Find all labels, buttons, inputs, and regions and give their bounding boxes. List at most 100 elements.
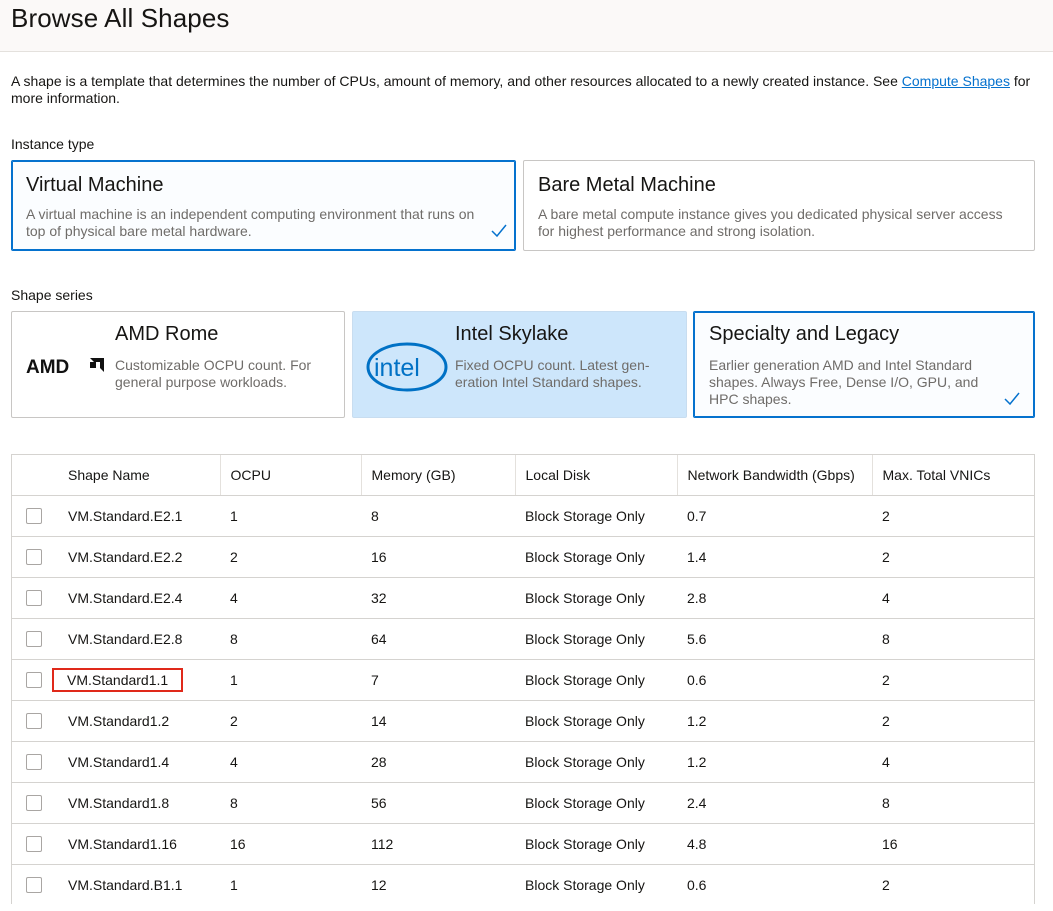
ocpu-cell: 1 xyxy=(220,864,361,906)
memory-cell: 16 xyxy=(361,536,515,578)
vnics-cell: 16 xyxy=(872,823,1034,865)
bandwidth-cell: 0.6 xyxy=(677,864,872,906)
card-title: Intel Skylake xyxy=(455,323,569,345)
bandwidth-cell: 1.2 xyxy=(677,700,872,742)
table-row[interactable]: VM.Standard1.16 16 112 Block Storage Onl… xyxy=(12,823,1034,865)
row-select-cell xyxy=(12,782,58,824)
column-header-shape-name[interactable]: Shape Name xyxy=(58,455,221,496)
shape-name-cell: VM.Standard.E2.2 xyxy=(58,536,220,578)
shape-series-amd-rome[interactable]: AMD AMD Rome Customizable OCPU count. Fo… xyxy=(11,311,345,418)
row-checkbox[interactable] xyxy=(26,549,42,566)
vnics-cell: 2 xyxy=(872,495,1034,537)
ocpu-cell: 16 xyxy=(220,823,361,865)
row-checkbox[interactable] xyxy=(26,508,42,525)
row-select-cell xyxy=(12,495,58,537)
row-checkbox[interactable] xyxy=(26,713,42,730)
bandwidth-cell: 0.6 xyxy=(677,659,872,701)
shape-name-cell: VM.Standard1.2 xyxy=(58,700,220,742)
vnics-cell: 2 xyxy=(872,700,1034,742)
table-row[interactable]: VM.Standard.E2.2 2 16 Block Storage Only… xyxy=(12,536,1034,578)
memory-cell: 8 xyxy=(361,495,515,537)
bottom-edge xyxy=(0,904,1053,911)
ocpu-cell: 2 xyxy=(220,536,361,578)
memory-cell: 32 xyxy=(361,577,515,619)
local-disk-cell: Block Storage Only xyxy=(515,782,677,824)
shape-series-intel-skylake[interactable]: intel Intel Skylake Fixed OCPU count. La… xyxy=(352,311,687,418)
row-checkbox[interactable] xyxy=(26,836,42,853)
local-disk-cell: Block Storage Only xyxy=(515,659,677,701)
local-disk-cell: Block Storage Only xyxy=(515,618,677,660)
local-disk-cell: Block Storage Only xyxy=(515,536,677,578)
row-select-cell xyxy=(12,700,58,742)
row-checkbox[interactable] xyxy=(26,877,42,894)
card-description: A virtual machine is an independent comp… xyxy=(26,206,475,239)
column-header-network-bandwidth[interactable]: Network Bandwidth (Gbps) xyxy=(677,455,873,496)
shape-name-cell: VM.Standard1.4 xyxy=(58,741,220,783)
card-description: Fixed OCPU count. Latest gen-eration Int… xyxy=(455,357,650,390)
column-header-max-vnics[interactable]: Max. Total VNICs xyxy=(872,455,1034,496)
shape-name-cell: VM.Standard.E2.1 xyxy=(58,495,220,537)
shape-name-cell: VM.Standard.E2.4 xyxy=(58,577,220,619)
table-row[interactable]: VM.Standard1.2 2 14 Block Storage Only 1… xyxy=(12,700,1034,742)
memory-cell: 112 xyxy=(361,823,515,865)
card-title: AMD Rome xyxy=(115,323,219,345)
card-title: Specialty and Legacy xyxy=(709,323,900,345)
column-header-local-disk[interactable]: Local Disk xyxy=(515,455,678,496)
local-disk-cell: Block Storage Only xyxy=(515,864,677,906)
bandwidth-cell: 2.8 xyxy=(677,577,872,619)
bandwidth-cell: 1.4 xyxy=(677,536,872,578)
intel-logo-icon: intel xyxy=(366,342,448,392)
vnics-cell: 2 xyxy=(872,536,1034,578)
table-header-row: Shape Name OCPU Memory (GB) Local Disk N… xyxy=(12,455,1034,496)
local-disk-cell: Block Storage Only xyxy=(515,700,677,742)
intel-logo-text: intel xyxy=(374,354,420,382)
highlighted-shape-name: VM.Standard1.1 xyxy=(52,667,184,692)
row-select-cell xyxy=(12,864,58,906)
table-row[interactable]: VM.Standard.B1.1 1 12 Block Storage Only… xyxy=(12,864,1034,906)
table-row[interactable]: VM.Standard.E2.8 8 64 Block Storage Only… xyxy=(12,618,1034,660)
select-column-header xyxy=(12,455,58,496)
ocpu-cell: 4 xyxy=(220,577,361,619)
row-checkbox[interactable] xyxy=(26,795,42,812)
row-select-cell xyxy=(12,536,58,578)
bandwidth-cell: 5.6 xyxy=(677,618,872,660)
card-description: Customizable OCPU count. For general pur… xyxy=(115,357,312,390)
row-checkbox[interactable] xyxy=(26,672,42,689)
memory-cell: 14 xyxy=(361,700,515,742)
shape-name-cell: VM.Standard1.16 xyxy=(58,823,220,865)
shape-series-label: Shape series xyxy=(11,287,93,303)
ocpu-cell: 4 xyxy=(220,741,361,783)
row-select-cell xyxy=(12,823,58,865)
instance-type-bare-metal[interactable]: Bare Metal Machine A bare metal compute … xyxy=(523,160,1035,251)
page-title: Browse All Shapes xyxy=(11,3,230,33)
column-header-ocpu[interactable]: OCPU xyxy=(220,455,362,496)
table-row[interactable]: VM.Standard1.4 4 28 Block Storage Only 1… xyxy=(12,741,1034,783)
shape-series-specialty-legacy[interactable]: Specialty and Legacy Earlier generation … xyxy=(693,311,1035,418)
instance-type-virtual-machine[interactable]: Virtual Machine A virtual machine is an … xyxy=(11,160,516,251)
memory-cell: 64 xyxy=(361,618,515,660)
row-checkbox[interactable] xyxy=(26,754,42,771)
column-header-memory[interactable]: Memory (GB) xyxy=(361,455,516,496)
table-row[interactable]: VM.Standard1.8 8 56 Block Storage Only 2… xyxy=(12,782,1034,824)
row-select-cell xyxy=(12,618,58,660)
table-row[interactable]: VM.Standard1.1 1 7 Block Storage Only 0.… xyxy=(12,659,1034,701)
card-description: A bare metal compute instance gives you … xyxy=(538,206,1003,239)
memory-cell: 56 xyxy=(361,782,515,824)
local-disk-cell: Block Storage Only xyxy=(515,823,677,865)
bandwidth-cell: 2.4 xyxy=(677,782,872,824)
row-checkbox[interactable] xyxy=(26,590,42,607)
shape-name-cell: VM.Standard.E2.8 xyxy=(58,618,220,660)
table-row[interactable]: VM.Standard.E2.1 1 8 Block Storage Only … xyxy=(12,495,1034,537)
shape-name-cell: VM.Standard.B1.1 xyxy=(58,864,220,906)
ocpu-cell: 1 xyxy=(220,659,361,701)
compute-shapes-link[interactable]: Compute Shapes xyxy=(902,73,1010,89)
amd-logo-icon: AMD xyxy=(26,357,104,376)
ocpu-cell: 8 xyxy=(220,782,361,824)
memory-cell: 12 xyxy=(361,864,515,906)
table-row[interactable]: VM.Standard.E2.4 4 32 Block Storage Only… xyxy=(12,577,1034,619)
card-title: Bare Metal Machine xyxy=(538,174,716,196)
ocpu-cell: 2 xyxy=(220,700,361,742)
row-checkbox[interactable] xyxy=(26,631,42,648)
vnics-cell: 8 xyxy=(872,782,1034,824)
local-disk-cell: Block Storage Only xyxy=(515,577,677,619)
